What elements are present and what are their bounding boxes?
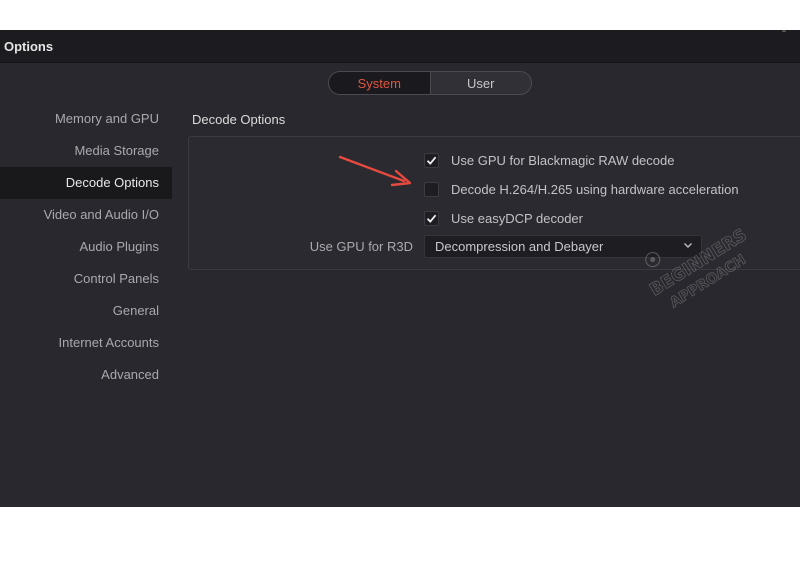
r3d-gpu-label: Use GPU for R3D (309, 239, 413, 254)
checkmark-icon (426, 214, 437, 223)
close-icon[interactable]: ˟ (782, 30, 786, 40)
r3d-gpu-select-value: Decompression and Debayer (435, 239, 604, 254)
option-label-easydcp: Use easyDCP decoder (451, 210, 583, 226)
sidebar-item-memory-and-gpu[interactable]: Memory and GPU (0, 103, 172, 135)
tab-system[interactable]: System (329, 72, 431, 94)
watermark-logo: BEGINNERS APPROACH (645, 225, 751, 312)
window-title: Options (4, 39, 54, 54)
option-row-braw-gpu: Use GPU for Blackmagic RAW decode (424, 151, 674, 169)
sidebar-item-audio-plugins[interactable]: Audio Plugins (0, 231, 172, 263)
section-title: Decode Options (192, 112, 286, 127)
sidebar-item-advanced[interactable]: Advanced (0, 359, 172, 391)
annotation-arrow-icon (338, 155, 412, 187)
tab-user[interactable]: User (431, 72, 532, 94)
title-bar: Options ˟ (0, 30, 800, 63)
sidebar-item-control-panels[interactable]: Control Panels (0, 263, 172, 295)
option-label-braw-gpu: Use GPU for Blackmagic RAW decode (451, 152, 675, 168)
sidebar-item-video-and-audio-io[interactable]: Video and Audio I/O (0, 199, 172, 231)
sidebar-item-media-storage[interactable]: Media Storage (0, 135, 172, 167)
checkbox-hw-accel[interactable] (424, 181, 439, 197)
option-row-easydcp: Use easyDCP decoder (424, 209, 583, 227)
checkbox-easydcp[interactable] (424, 210, 439, 226)
sidebar-item-decode-options[interactable]: Decode Options (0, 167, 172, 199)
options-window: Options ˟ System User Memory and GPU Med… (0, 30, 800, 507)
checkmark-icon (426, 156, 437, 165)
checkbox-braw-gpu[interactable] (424, 152, 439, 168)
option-row-hw-accel: Decode H.264/H.265 using hardware accele… (424, 180, 739, 198)
sidebar-item-internet-accounts[interactable]: Internet Accounts (0, 327, 172, 359)
screenshot-canvas: Options ˟ System User Memory and GPU Med… (0, 0, 800, 563)
sidebar-item-general[interactable]: General (0, 295, 172, 327)
sidebar: Memory and GPU Media Storage Decode Opti… (0, 103, 172, 391)
option-label-hw-accel: Decode H.264/H.265 using hardware accele… (451, 181, 739, 197)
tab-group: System User (328, 71, 532, 95)
